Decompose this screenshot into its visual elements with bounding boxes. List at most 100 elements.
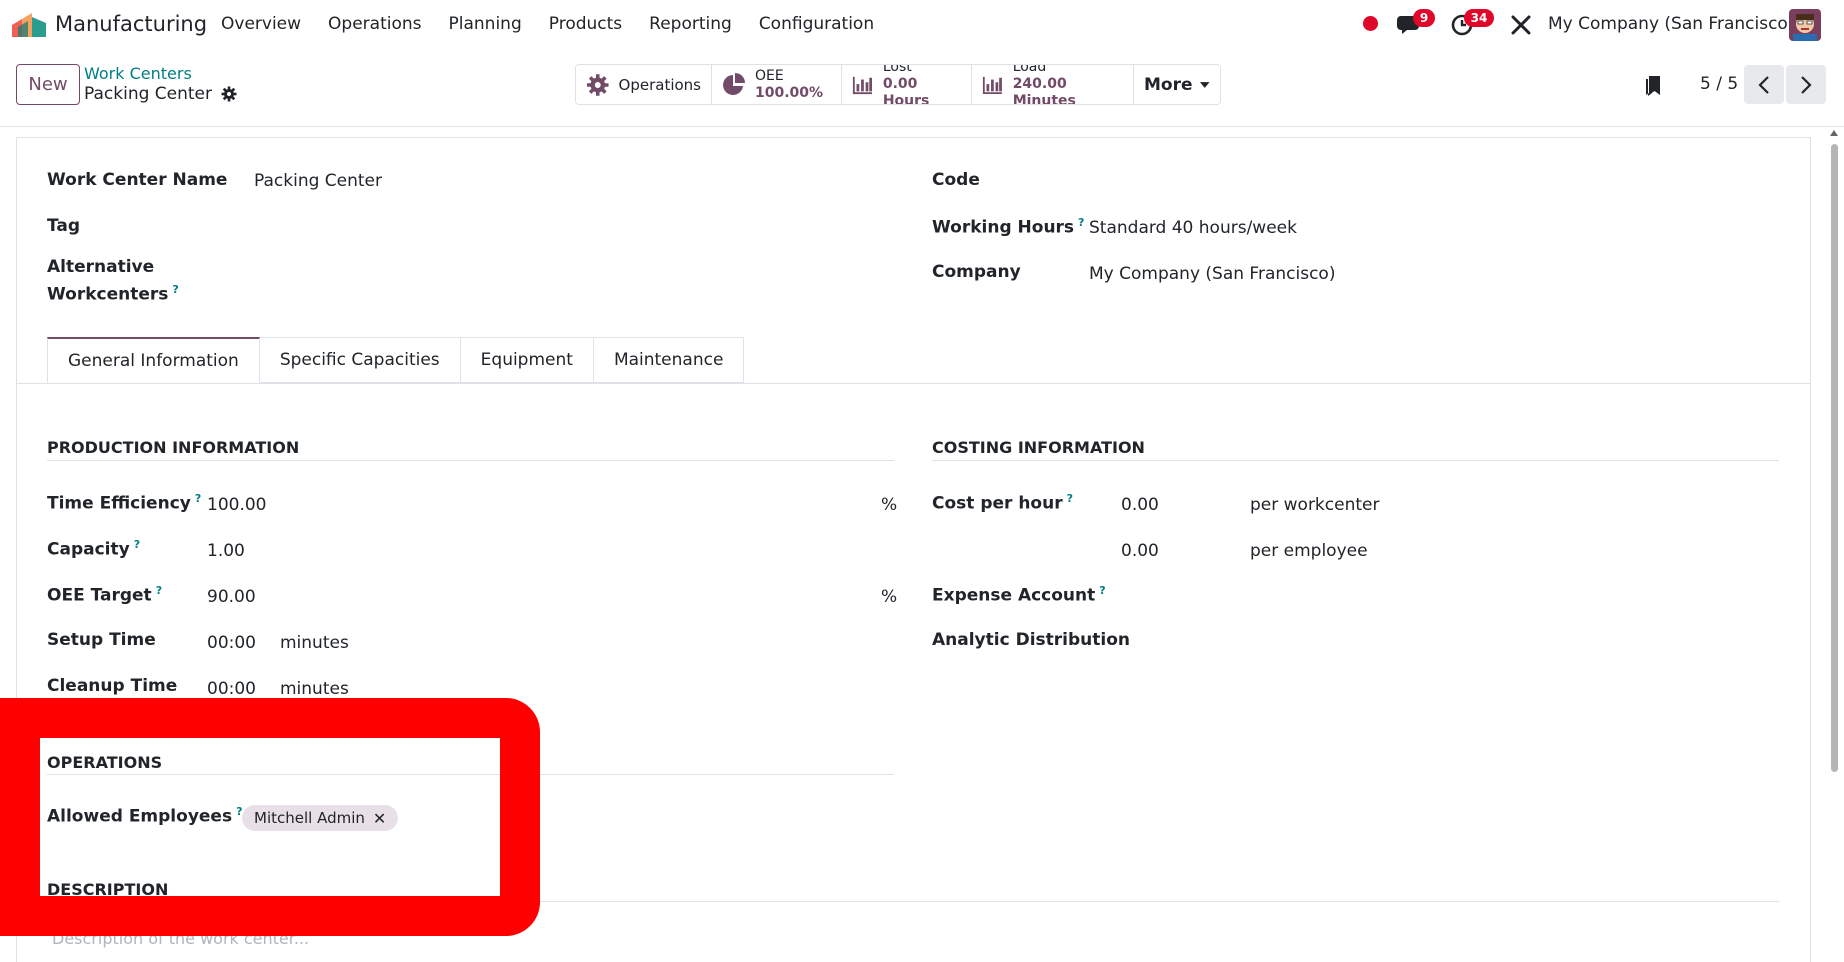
record-title: Packing Center: [84, 84, 237, 104]
costing-information-title: COSTING INFORMATION: [932, 438, 1145, 457]
form-sheet: [16, 137, 1811, 962]
operations-section-title: OPERATIONS: [47, 753, 163, 772]
lost-smart-button[interactable]: Lost 0.00 Hours: [842, 65, 972, 104]
operations-smart-button[interactable]: Operations: [576, 65, 712, 104]
app-name[interactable]: Manufacturing: [55, 12, 207, 36]
description-section-title: DESCRIPTION: [47, 880, 169, 899]
remove-tag-icon[interactable]: ✕: [373, 809, 386, 828]
oee-target-label: OEE Target?: [47, 584, 162, 606]
main-menu: Overview Operations Planning Products Re…: [221, 14, 901, 34]
oee-target-field[interactable]: 90.00: [207, 587, 256, 607]
help-tooltip-icon[interactable]: ?: [195, 492, 201, 505]
scroll-up-arrow-icon[interactable]: [1830, 130, 1838, 136]
alternative-workcenters-label-line2: Workcenters: [47, 284, 169, 305]
expense-account-label-text: Expense Account: [932, 585, 1096, 606]
oee-smart-button[interactable]: OEE 100.00%: [712, 65, 842, 104]
user-avatar[interactable]: [1789, 9, 1821, 41]
pager-next-button[interactable]: [1786, 65, 1826, 104]
gear-icon: [586, 73, 609, 96]
help-tooltip-icon[interactable]: ?: [1067, 492, 1073, 505]
company-switcher[interactable]: My Company (San Francisco): [1548, 14, 1794, 34]
time-efficiency-field[interactable]: 100.00: [207, 495, 266, 515]
working-hours-field[interactable]: Standard 40 hours/week: [1089, 218, 1297, 238]
work-center-name-field[interactable]: Packing Center: [254, 171, 382, 191]
tab-maintenance[interactable]: Maintenance: [593, 337, 745, 383]
section-divider: [47, 901, 1779, 902]
smart-buttons: Operations OEE 100.00% Lost 0.00 Hours L…: [575, 64, 1221, 105]
chevron-right-icon: [1801, 75, 1812, 94]
pager-previous-button[interactable]: [1744, 65, 1784, 104]
recording-indicator-icon[interactable]: [1363, 16, 1378, 31]
time-efficiency-label-text: Time Efficiency: [47, 493, 191, 514]
load-value: 240.00 Minutes: [1012, 76, 1076, 105]
setup-time-label: Setup Time: [47, 630, 156, 650]
help-tooltip-icon[interactable]: ?: [1099, 584, 1105, 597]
tag-label: Tag: [47, 216, 81, 236]
cost-per-hour-label-text: Cost per hour: [932, 493, 1063, 514]
top-navbar: Manufacturing Overview Operations Planni…: [0, 0, 1844, 50]
cost-per-workcenter-unit: per workcenter: [1250, 495, 1380, 515]
work-center-name-label: Work Center Name: [47, 170, 228, 190]
setup-time-field[interactable]: 00:00: [207, 633, 256, 653]
caret-down-icon: [1199, 81, 1210, 88]
oee-target-label-text: OEE Target: [47, 585, 152, 606]
working-hours-label-text: Working Hours: [932, 217, 1075, 238]
help-tooltip-icon[interactable]: ?: [156, 584, 162, 597]
page-scrollbar[interactable]: [1829, 130, 1839, 962]
allowed-employees-label: Allowed Employees?: [47, 805, 242, 827]
expense-account-label: Expense Account?: [932, 584, 1106, 606]
breadcrumb-work-centers[interactable]: Work Centers: [84, 64, 192, 83]
record-name: Packing Center: [84, 84, 213, 104]
record-actions-gear-icon[interactable]: [221, 86, 237, 102]
scroll-thumb[interactable]: [1831, 144, 1838, 772]
allowed-employees-label-text: Allowed Employees: [47, 806, 233, 827]
more-label: More: [1144, 74, 1193, 95]
menu-configuration[interactable]: Configuration: [759, 14, 874, 34]
cost-per-workcenter-field[interactable]: 0.00: [1121, 495, 1159, 515]
cleanup-time-field[interactable]: 00:00: [207, 679, 256, 699]
more-dropdown-button[interactable]: More: [1134, 65, 1220, 104]
section-divider: [47, 774, 894, 775]
load-smart-button[interactable]: Load 240.00 Minutes: [972, 65, 1134, 104]
menu-products[interactable]: Products: [549, 14, 622, 34]
alternative-workcenters-label: Workcenters?: [47, 283, 179, 305]
oee-label: OEE: [755, 67, 784, 84]
alternative-workcenters-label-line1: Alternative: [47, 257, 155, 277]
help-tooltip-icon[interactable]: ?: [1078, 216, 1084, 229]
setup-time-unit: minutes: [280, 633, 349, 653]
load-label: Load: [1012, 64, 1047, 75]
manufacturing-app-icon[interactable]: [12, 13, 46, 37]
time-efficiency-unit: %: [881, 495, 898, 515]
bar-chart-icon: [982, 76, 1002, 94]
bookmarks-icon[interactable]: [1644, 75, 1662, 97]
company-field[interactable]: My Company (San Francisco): [1089, 264, 1335, 284]
working-hours-label: Working Hours?: [932, 216, 1084, 238]
help-tooltip-icon[interactable]: ?: [134, 538, 140, 551]
cost-per-employee-field[interactable]: 0.00: [1121, 541, 1159, 561]
section-divider: [932, 460, 1779, 461]
oee-value: 100.00%: [755, 84, 824, 101]
menu-overview[interactable]: Overview: [221, 14, 301, 34]
messages-count-badge: 9: [1413, 9, 1435, 27]
menu-planning[interactable]: Planning: [449, 14, 522, 34]
notebook-tabs: General Information Specific Capacities …: [47, 337, 745, 383]
employee-tag[interactable]: Mitchell Admin ✕: [242, 805, 399, 831]
tab-general-information[interactable]: General Information: [47, 337, 260, 383]
menu-operations[interactable]: Operations: [328, 14, 421, 34]
pager-counter[interactable]: 5 / 5: [1700, 74, 1738, 94]
tabs-underline: [17, 383, 1811, 384]
tools-icon[interactable]: [1510, 14, 1532, 36]
description-field[interactable]: Description of the work center...: [52, 929, 309, 948]
capacity-label: Capacity?: [47, 538, 140, 560]
new-button[interactable]: New: [16, 64, 80, 105]
lost-label: Lost: [882, 64, 912, 75]
help-tooltip-icon[interactable]: ?: [172, 283, 178, 296]
menu-reporting[interactable]: Reporting: [649, 14, 732, 34]
section-divider: [47, 460, 894, 461]
capacity-field[interactable]: 1.00: [207, 541, 245, 561]
bar-chart-icon: [852, 76, 873, 94]
time-efficiency-label: Time Efficiency?: [47, 492, 201, 514]
tab-equipment[interactable]: Equipment: [460, 337, 594, 383]
cost-per-hour-label: Cost per hour?: [932, 492, 1073, 514]
tab-specific-capacities[interactable]: Specific Capacities: [259, 337, 461, 383]
